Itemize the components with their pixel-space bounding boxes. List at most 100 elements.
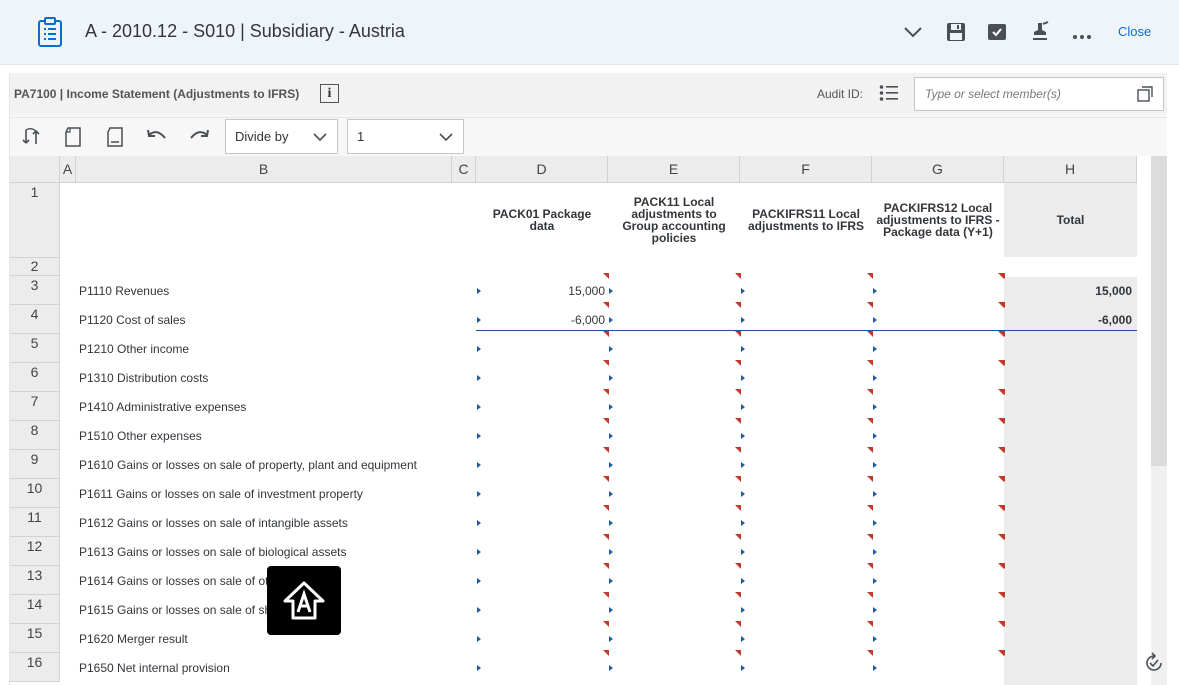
input-marker: [998, 650, 1004, 656]
input-marker: [867, 621, 873, 627]
row-header[interactable]: 6: [10, 363, 60, 392]
cell-marker: [609, 578, 613, 584]
input-marker: [998, 418, 1004, 424]
row-label: P1120 Cost of sales: [79, 313, 186, 327]
cell-marker: [873, 636, 877, 642]
column-header-c[interactable]: C: [452, 156, 476, 183]
input-marker: [603, 331, 609, 337]
row-header[interactable]: 2: [10, 258, 60, 276]
input-marker: [867, 650, 873, 656]
input-marker: [998, 476, 1004, 482]
row-label: P1210 Other income: [79, 342, 190, 356]
app-logo-icon: [283, 581, 325, 619]
row-label: P1612 Gains or losses on sale of intangi…: [79, 516, 348, 530]
redo-icon[interactable]: [188, 126, 210, 148]
new-document-icon[interactable]: [62, 126, 84, 148]
input-marker: [867, 505, 873, 511]
row-header[interactable]: 16: [10, 653, 60, 682]
cell-marker: [609, 549, 613, 555]
stamp-icon[interactable]: [1028, 20, 1052, 44]
cell-marker: [477, 491, 481, 497]
more-icon[interactable]: [1070, 20, 1094, 44]
row-header[interactable]: 13: [10, 566, 60, 595]
cell-marker: [609, 288, 613, 294]
value-help-icon[interactable]: [1137, 86, 1153, 102]
cell-marker: [741, 346, 745, 352]
cell-marker: [609, 665, 613, 671]
cell-value-d[interactable]: -6,000: [480, 313, 605, 327]
row-label: P1614 Gains or losses on sale of ot: [79, 574, 269, 588]
input-marker: [867, 534, 873, 540]
refresh-status-icon[interactable]: [1143, 652, 1165, 674]
row-header[interactable]: 14: [10, 595, 60, 624]
input-marker: [735, 476, 741, 482]
cell-value-d[interactable]: 15,000: [480, 284, 605, 298]
divide-by-select[interactable]: Divide by: [225, 119, 338, 154]
row-header[interactable]: 8: [10, 421, 60, 450]
input-marker: [735, 273, 741, 279]
input-marker: [603, 650, 609, 656]
cell-marker: [873, 433, 877, 439]
cell-marker: [477, 433, 481, 439]
column-header-h[interactable]: H: [1004, 156, 1137, 183]
cell-marker: [741, 607, 745, 613]
header-packifrs12: PACKIFRS12 Local adjustments to IFRS - P…: [876, 201, 1000, 239]
row-header[interactable]: 12: [10, 537, 60, 566]
row-header[interactable]: 4: [10, 305, 60, 334]
input-marker: [735, 563, 741, 569]
checkbox-icon[interactable]: [985, 20, 1009, 44]
input-marker: [867, 302, 873, 308]
input-marker: [603, 505, 609, 511]
info-icon[interactable]: i: [320, 84, 339, 103]
row-label: P1610 Gains or losses on sale of propert…: [79, 458, 417, 472]
column-header-a[interactable]: A: [60, 156, 76, 183]
list-icon[interactable]: [879, 84, 899, 102]
cell-marker: [609, 433, 613, 439]
undo-icon[interactable]: [146, 126, 168, 148]
close-button[interactable]: Close: [1118, 24, 1151, 39]
input-marker: [867, 418, 873, 424]
input-marker: [735, 302, 741, 308]
input-marker: [735, 650, 741, 656]
column-header-g[interactable]: G: [872, 156, 1004, 183]
chevron-down-icon[interactable]: [901, 20, 925, 44]
row-label: P1510 Other expenses: [79, 429, 202, 443]
row-header[interactable]: 11: [10, 508, 60, 537]
refresh-icon[interactable]: [20, 126, 42, 148]
cell-marker: [609, 462, 613, 468]
input-marker: [867, 592, 873, 598]
cell-marker: [477, 346, 481, 352]
input-marker: [998, 389, 1004, 395]
input-marker: [735, 360, 741, 366]
row-header[interactable]: 5: [10, 334, 60, 363]
row-label: P1613 Gains or losses on sale of biologi…: [79, 545, 347, 559]
scrollbar-thumb[interactable]: [1151, 156, 1167, 466]
cell-marker: [609, 607, 613, 613]
row-header[interactable]: 10: [10, 479, 60, 508]
column-header-f[interactable]: F: [740, 156, 872, 183]
copy-document-icon[interactable]: [104, 126, 126, 148]
header-total: Total: [1056, 213, 1085, 227]
row-header[interactable]: 15: [10, 624, 60, 653]
input-marker: [998, 534, 1004, 540]
member-search-input[interactable]: [914, 77, 1164, 111]
report-title: PA7100 | Income Statement (Adjustments t…: [14, 87, 300, 101]
row-header[interactable]: 9: [10, 450, 60, 479]
cell-marker: [741, 491, 745, 497]
row-header[interactable]: 7: [10, 392, 60, 421]
column-header-e[interactable]: E: [608, 156, 740, 183]
column-header-d[interactable]: D: [476, 156, 608, 183]
row-header[interactable]: 3: [10, 276, 60, 305]
cell-marker: [477, 636, 481, 642]
row-header[interactable]: 1: [10, 183, 60, 258]
scale-select[interactable]: 1: [347, 119, 464, 154]
input-marker: [735, 621, 741, 627]
cell-marker: [873, 375, 877, 381]
save-icon[interactable]: [944, 20, 968, 44]
input-marker: [867, 447, 873, 453]
input-marker: [867, 563, 873, 569]
column-header-b[interactable]: B: [76, 156, 452, 183]
input-marker: [998, 273, 1004, 279]
chevron-down-icon: [313, 133, 327, 142]
app-launcher-badge[interactable]: [267, 566, 341, 635]
